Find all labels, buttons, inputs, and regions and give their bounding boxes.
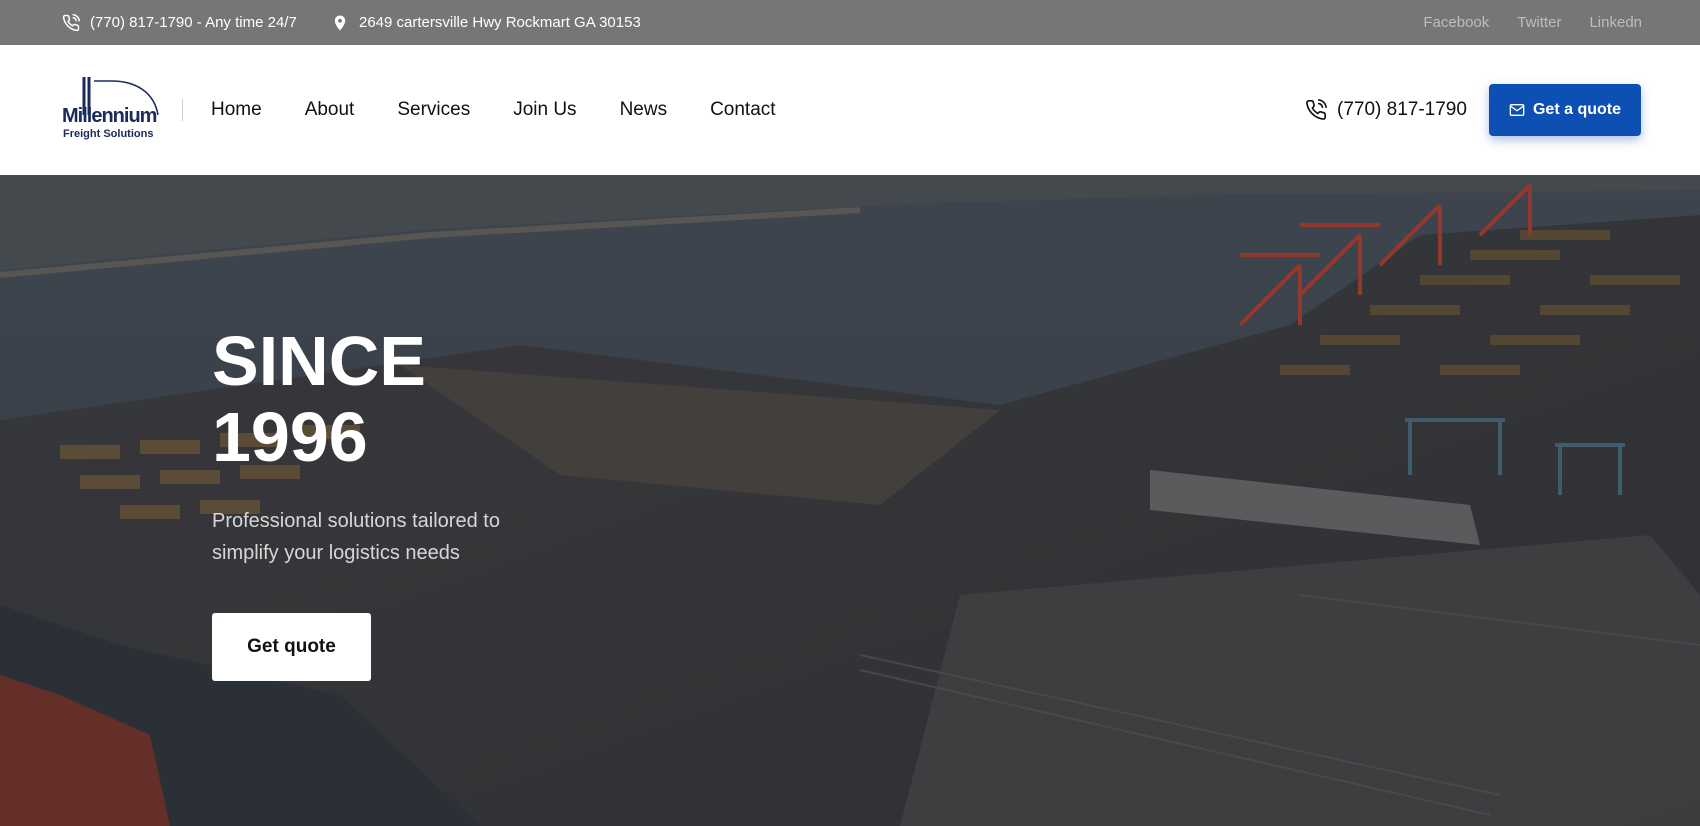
logo-name: Millennium bbox=[62, 105, 157, 127]
nav-news[interactable]: News bbox=[620, 99, 668, 121]
get-quote-label: Get quote bbox=[247, 636, 336, 657]
hero-title: SINCE 1996 bbox=[212, 323, 426, 475]
hero-title-line1: SINCE bbox=[212, 322, 426, 400]
nav-services[interactable]: Services bbox=[397, 99, 470, 121]
mail-icon bbox=[1509, 104, 1525, 116]
social-links: Facebook Twitter Linkedn bbox=[1423, 0, 1642, 45]
linkedin-link[interactable]: Linkedn bbox=[1589, 14, 1642, 31]
hero-title-line2: 1996 bbox=[212, 398, 368, 476]
nav-about[interactable]: About bbox=[305, 99, 355, 121]
nav-home[interactable]: Home bbox=[211, 99, 262, 121]
site-header: Millennium Freight Solutions Home About … bbox=[0, 45, 1700, 175]
topbar-phone[interactable]: (770) 817-1790 - Any time 24/7 bbox=[62, 0, 297, 45]
nav-join-us[interactable]: Join Us bbox=[513, 99, 576, 121]
facebook-link[interactable]: Facebook bbox=[1423, 14, 1489, 31]
twitter-link[interactable]: Twitter bbox=[1517, 14, 1561, 31]
phone-icon bbox=[1306, 99, 1327, 120]
hero-section: SINCE 1996 Professional solutions tailor… bbox=[0, 175, 1700, 826]
hero-port-image bbox=[0, 175, 1700, 826]
nav-contact[interactable]: Contact bbox=[710, 99, 775, 121]
location-pin-icon bbox=[334, 15, 346, 30]
topbar-address[interactable]: 2649 cartersville Hwy Rockmart GA 30153 bbox=[331, 0, 641, 45]
hero-subtitle: Professional solutions tailored to simpl… bbox=[212, 510, 500, 564]
header-phone-text: (770) 817-1790 bbox=[1337, 99, 1467, 120]
logo-subtitle: Freight Solutions bbox=[63, 128, 154, 140]
header-divider bbox=[182, 99, 183, 121]
phone-icon bbox=[62, 13, 80, 31]
topbar-address-text: 2649 cartersville Hwy Rockmart GA 30153 bbox=[359, 14, 641, 31]
top-bar: (770) 817-1790 - Any time 24/7 2649 cart… bbox=[0, 0, 1700, 45]
get-a-quote-button[interactable]: Get a quote bbox=[1489, 84, 1641, 136]
main-nav: Home About Services Join Us News Contact bbox=[211, 45, 819, 175]
get-quote-button[interactable]: Get quote bbox=[212, 613, 371, 681]
topbar-phone-text: (770) 817-1790 - Any time 24/7 bbox=[90, 14, 297, 31]
header-phone[interactable]: (770) 817-1790 bbox=[1305, 45, 1467, 175]
get-a-quote-label: Get a quote bbox=[1532, 101, 1621, 118]
logo[interactable]: Millennium Freight Solutions bbox=[62, 75, 162, 145]
